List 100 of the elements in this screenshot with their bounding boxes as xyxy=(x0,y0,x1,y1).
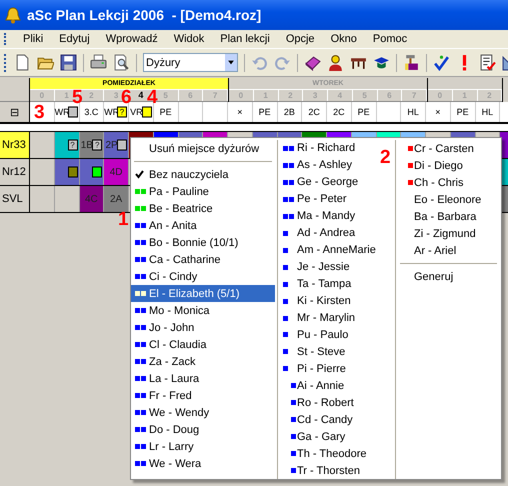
menu-item[interactable]: Pi - Pierre xyxy=(278,360,346,378)
menu-item[interactable]: Edytuj xyxy=(51,33,98,45)
menu-item[interactable]: Generuj xyxy=(396,268,454,285)
menu-item[interactable]: Ca - Catharine xyxy=(131,251,221,268)
menu-item[interactable]: We - Wendy xyxy=(131,404,210,421)
view-select[interactable]: Dyżury xyxy=(143,53,238,72)
menu-item[interactable]: Pliki xyxy=(15,33,52,45)
summary-cell[interactable]: PE xyxy=(352,102,376,122)
summary-cell[interactable]: 2C xyxy=(302,102,327,122)
lesson-cell[interactable] xyxy=(54,159,80,185)
lesson-cell[interactable] xyxy=(80,159,104,185)
menu-item[interactable]: Pomoc xyxy=(364,33,416,45)
summary-cell[interactable]: 2B xyxy=(278,102,302,122)
menu-item[interactable]: Ga - Gary xyxy=(278,428,346,446)
summary-cell[interactable]: HL xyxy=(401,102,426,122)
menu-item[interactable]: Widok xyxy=(166,33,212,45)
menu-item[interactable]: Do - Doug xyxy=(131,421,200,438)
classroom-label[interactable]: SVL xyxy=(0,186,30,212)
menu-item[interactable]: Th - Theodore xyxy=(278,445,367,462)
menu-item[interactable]: Ba - Barbara xyxy=(396,208,476,225)
lesson-cell[interactable]: 1B ? xyxy=(80,132,104,158)
menu-item[interactable]: Di - Diego xyxy=(396,157,463,174)
book-icon[interactable] xyxy=(304,54,321,71)
menu-item[interactable]: Jo - John xyxy=(131,319,194,336)
marker-square[interactable]: ? xyxy=(92,140,102,150)
menu-item[interactable]: Ki - Kirsten xyxy=(278,292,351,310)
summary-cell[interactable]: PE xyxy=(252,102,278,122)
person-icon[interactable] xyxy=(327,54,344,71)
menu-item[interactable]: Ai - Annie xyxy=(278,377,344,394)
print-icon[interactable] xyxy=(90,54,107,71)
lesson-cell[interactable]: ? xyxy=(54,132,80,158)
marker-square[interactable] xyxy=(92,166,102,178)
menu-item[interactable]: Ar - Ariel xyxy=(396,242,456,259)
marker-square[interactable]: ? xyxy=(117,106,127,118)
summary-cell[interactable] xyxy=(376,102,402,122)
report-icon[interactable] xyxy=(479,54,496,71)
menu-item[interactable]: Tr - Thorsten xyxy=(278,462,360,480)
menu-item[interactable]: Pa - Pauline xyxy=(131,183,209,200)
menu-item[interactable]: El - Elizabeth (5/1) xyxy=(131,285,275,302)
menu-item[interactable]: Ad - Andrea xyxy=(278,224,356,242)
menu-item[interactable]: Ge - George xyxy=(278,174,358,191)
menu-item[interactable]: We - Wera xyxy=(131,455,202,472)
summary-cell[interactable] xyxy=(178,102,204,122)
menu-item[interactable]: Ci - Cindy xyxy=(131,268,198,285)
collapse-toggle[interactable]: ⊟ xyxy=(10,106,19,118)
summary-cell[interactable]: HL xyxy=(476,102,500,122)
menu-item[interactable]: Bez nauczyciela xyxy=(131,166,228,183)
summary-cell[interactable] xyxy=(203,102,228,122)
menu-item[interactable]: Opcje xyxy=(278,33,323,45)
tools-icon[interactable] xyxy=(403,54,420,71)
menu-item[interactable]: Ri - Richard xyxy=(278,140,356,157)
print-preview-icon[interactable] xyxy=(113,54,130,71)
summary-cell[interactable]: 2C xyxy=(327,102,352,122)
classroom-label[interactable]: Nr12 xyxy=(0,159,30,185)
save-icon[interactable] xyxy=(60,54,77,71)
menu-item[interactable]: Zi - Zigmund xyxy=(396,225,476,242)
menu-item[interactable]: Lr - Larry xyxy=(131,438,194,455)
menu-item[interactable]: Mr - Marylin xyxy=(278,310,356,326)
classroom-label[interactable]: Nr33 xyxy=(0,132,30,158)
menu-item[interactable]: Ch - Chris xyxy=(396,174,464,191)
menu-item[interactable]: La - Laura xyxy=(131,370,200,387)
menu-item[interactable]: An - Anita xyxy=(131,217,197,234)
menu-item[interactable]: Eo - Eleonore xyxy=(396,191,482,208)
marker-square[interactable] xyxy=(68,166,78,178)
menu-item[interactable]: St - Steve xyxy=(278,343,346,360)
menu-item[interactable]: Ro - Robert xyxy=(278,394,354,412)
summary-cell[interactable]: 3.C xyxy=(80,102,104,122)
menu-item[interactable]: Be - Beatrice xyxy=(131,200,213,217)
marker-square[interactable] xyxy=(142,106,152,118)
menu-item[interactable]: Okno xyxy=(322,33,365,45)
summary-cell[interactable]: PE xyxy=(154,102,178,122)
marker-square[interactable] xyxy=(117,140,127,150)
summary-cell[interactable]: VR xyxy=(129,102,154,122)
check-icon[interactable] xyxy=(433,54,450,71)
menu-item[interactable]: Cl - Claudia xyxy=(131,336,206,353)
menu-item[interactable]: Usuń miejsce dyżurów xyxy=(131,140,260,157)
menu-item[interactable]: Cr - Carsten xyxy=(396,140,474,157)
menu-item[interactable]: As - Ashley xyxy=(278,156,352,174)
menu-item[interactable]: Ta - Tampa xyxy=(278,276,352,293)
marker-square[interactable]: ? xyxy=(68,140,78,150)
lesson-label: 4D xyxy=(110,166,123,178)
menu-item[interactable]: Pe - Peter xyxy=(278,190,347,208)
menu-item[interactable]: Mo - Monica xyxy=(131,302,210,319)
menu-item[interactable]: Wprowadź xyxy=(98,33,166,45)
summary-cell[interactable]: × xyxy=(426,102,451,122)
menu-item[interactable]: Bo - Bonnie (10/1) xyxy=(131,234,238,251)
menu-item[interactable]: Fr - Fred xyxy=(131,387,192,404)
menu-item[interactable]: Plan lekcji xyxy=(212,33,278,45)
summary-cell[interactable]: PE xyxy=(450,102,476,122)
menu-item[interactable]: Za - Zack xyxy=(131,353,196,370)
new-document-icon[interactable] xyxy=(14,54,31,71)
summary-cell[interactable]: × xyxy=(228,102,253,122)
marker-square[interactable] xyxy=(68,106,78,118)
menu-item[interactable]: Pu - Paulo xyxy=(278,326,348,344)
menu-item[interactable]: Je - Jessie xyxy=(278,258,350,276)
summary-cell[interactable] xyxy=(30,102,55,122)
menu-item[interactable]: Ma - Mandy xyxy=(278,208,356,225)
menu-item[interactable]: Am - AnneMarie xyxy=(278,242,376,259)
menu-item[interactable]: Cd - Candy xyxy=(278,411,353,428)
lesson-cell[interactable]: 2A xyxy=(104,186,129,212)
